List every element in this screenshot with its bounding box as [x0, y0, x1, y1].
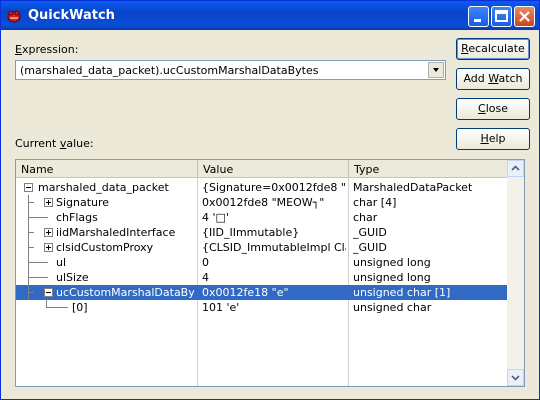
row-name: Signature — [56, 196, 110, 209]
row-name: ul — [56, 256, 67, 269]
expression-input[interactable]: (marshaled_data_packet).ucCustomMarshalD… — [20, 64, 318, 77]
column-header-type[interactable]: Type — [349, 160, 508, 178]
watch-grid[interactable]: Name Value Type marshaled_data_packet {Si… — [15, 159, 525, 387]
maximize-button[interactable] — [491, 6, 512, 27]
help-button[interactable]: Help — [456, 128, 530, 150]
tree-connector — [28, 255, 29, 270]
column-header-name[interactable]: Name — [16, 160, 198, 178]
expression-combobox[interactable]: (marshaled_data_packet).ucCustomMarshalD… — [15, 60, 446, 80]
row-name: ulSize — [56, 271, 89, 284]
row-name: ucCustomMarshalDataBytes — [56, 286, 195, 299]
row-name: [0] — [72, 301, 88, 314]
row-type: unsigned char [1] — [353, 286, 451, 299]
recalculate-button[interactable]: Recalculate — [456, 38, 530, 60]
row-type: _GUID — [353, 226, 387, 239]
tree-connector — [46, 307, 68, 308]
tree-connector — [28, 195, 29, 210]
debugger-app-icon — [7, 10, 21, 23]
tree-connector — [28, 270, 29, 285]
chevron-down-icon — [433, 68, 439, 72]
tree-connector — [28, 225, 29, 240]
row-value: {CLSID_ImmutableImpl Class} — [202, 241, 346, 254]
table-row[interactable]: clsidCustomProxy {CLSID_ImmutableImpl Cla… — [16, 240, 508, 255]
table-row[interactable]: Signature 0x0012fde8 "MEOW┐" char [4] — [16, 195, 508, 210]
collapse-minus-icon[interactable] — [24, 183, 33, 192]
table-row[interactable]: iidMarshaledInterface {IID_IImmutable} _GU… — [16, 225, 508, 240]
minimize-button[interactable] — [468, 6, 489, 27]
row-value: 0x0012fde8 "MEOW┐" — [202, 196, 325, 209]
quickwatch-dialog: QuickWatch Expression: (marshaled_data_p… — [0, 0, 540, 400]
close-button[interactable]: Close — [456, 98, 530, 120]
row-type: char [4] — [353, 196, 397, 209]
scroll-down-button[interactable] — [507, 369, 524, 386]
row-name: chFlags — [56, 211, 98, 224]
row-value: 0x0012fe18 "e" — [202, 286, 289, 299]
row-name: clsidCustomProxy — [56, 241, 154, 254]
row-value: 0 — [202, 256, 209, 269]
table-row[interactable]: chFlags 4 '□' char — [16, 210, 508, 225]
row-type: char — [353, 211, 378, 224]
scroll-up-button[interactable] — [507, 160, 524, 177]
expression-dropdown-button[interactable] — [428, 62, 444, 78]
row-name: iidMarshaledInterface — [56, 226, 176, 239]
title-bar[interactable]: QuickWatch — [1, 1, 539, 30]
tree-connector — [46, 300, 47, 308]
row-value: 4 — [202, 271, 209, 284]
row-type: _GUID — [353, 241, 387, 254]
expand-plus-icon[interactable] — [44, 243, 53, 252]
chevron-up-icon — [511, 165, 520, 171]
column-header-value[interactable]: Value — [198, 160, 349, 178]
table-row[interactable]: ulSize 4 unsigned long — [16, 270, 508, 285]
window-title: QuickWatch — [28, 8, 115, 23]
row-value: {Signature=0x0012fde8 "MEO — [202, 181, 346, 194]
chevron-down-icon — [511, 375, 520, 381]
tree-connector — [28, 210, 29, 225]
row-type: unsigned long — [353, 256, 431, 269]
current-value-label: Current value: — [15, 137, 94, 150]
table-row[interactable]: marshaled_data_packet {Signature=0x0012fd… — [16, 180, 508, 195]
maximize-icon — [495, 10, 508, 22]
tree-connector — [28, 217, 48, 218]
tree-connector — [28, 240, 29, 255]
vertical-scrollbar[interactable] — [507, 160, 524, 386]
row-value: 101 'e' — [202, 301, 240, 314]
add-watch-button[interactable]: Add Watch — [456, 68, 530, 90]
minimize-icon — [474, 19, 481, 22]
close-icon — [519, 11, 530, 22]
tree-connector — [28, 277, 48, 278]
row-type: unsigned char — [353, 301, 432, 314]
row-type: unsigned long — [353, 271, 431, 284]
tree-connector — [28, 262, 48, 263]
row-type: MarshaledDataPacket — [353, 181, 473, 194]
expand-plus-icon[interactable] — [44, 228, 53, 237]
table-row[interactable]: [0] 101 'e' unsigned char — [16, 300, 508, 315]
table-row[interactable]: ul 0 unsigned long — [16, 255, 508, 270]
row-value: 4 '□' — [202, 211, 229, 224]
tree-connector — [28, 285, 29, 300]
expression-label: Expression: — [15, 43, 79, 56]
expand-plus-icon[interactable] — [44, 198, 53, 207]
row-name: marshaled_data_packet — [38, 181, 169, 194]
row-value: {IID_IImmutable} — [202, 226, 300, 239]
table-row[interactable]: ucCustomMarshalDataBytes 0x0012fe18 "e" un… — [16, 285, 508, 300]
close-window-button[interactable] — [514, 6, 535, 27]
collapse-minus-icon[interactable] — [44, 288, 53, 297]
